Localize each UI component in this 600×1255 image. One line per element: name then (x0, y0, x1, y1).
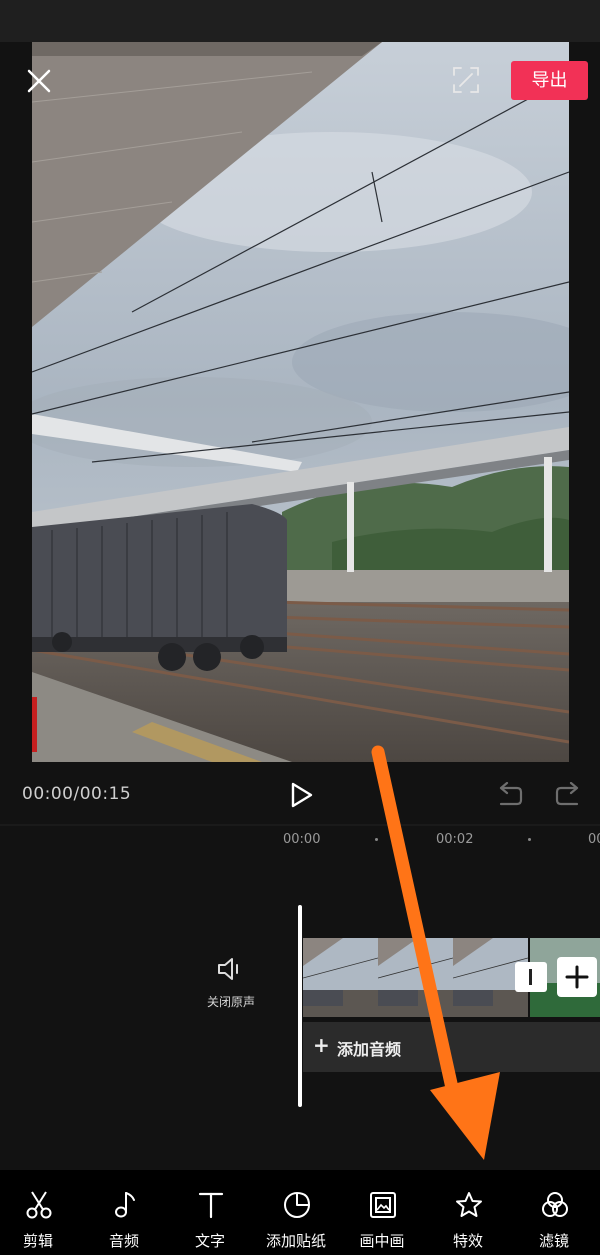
play-icon[interactable] (287, 780, 317, 810)
music-note-icon (115, 1192, 135, 1218)
video-frame (32, 42, 569, 762)
tool-effects[interactable]: 特效 (432, 1170, 504, 1255)
clip-thumbnail (378, 938, 453, 1017)
ruler-dot (528, 838, 531, 841)
close-icon[interactable] (22, 64, 56, 98)
add-audio-button[interactable]: + 添加音频 (303, 1022, 600, 1072)
ruler-label: 00:02 (436, 832, 474, 847)
filter-icon (542, 1192, 568, 1217)
tool-cut[interactable]: 剪辑 (2, 1170, 74, 1255)
ruler-label: 00:00 (283, 832, 321, 847)
plus-icon: + (313, 1033, 330, 1057)
text-icon (198, 1192, 224, 1219)
tool-filter-label: 滤镜 (538, 1232, 569, 1250)
tool-cut-label: 剪辑 (22, 1232, 53, 1250)
transition-button[interactable] (515, 962, 547, 992)
tool-text-label: 文字 (194, 1232, 225, 1250)
tool-audio-label: 音频 (108, 1232, 139, 1250)
tool-sticker-label: 添加贴纸 (265, 1232, 326, 1250)
speaker-icon (218, 958, 238, 980)
add-audio-label: 添加音频 (337, 1040, 402, 1059)
picture-in-picture-icon (370, 1192, 396, 1218)
timecode: 00:00/00:15 (22, 784, 132, 804)
tool-filter[interactable]: 滤镜 (518, 1170, 590, 1255)
clip-thumbnail (303, 938, 378, 1017)
ruler-dot (375, 838, 378, 841)
ruler-label: 00 (588, 832, 600, 847)
scissors-icon (26, 1191, 52, 1219)
undo-icon[interactable] (495, 782, 523, 808)
tool-audio[interactable]: 音频 (88, 1170, 160, 1255)
status-bar (0, 0, 600, 42)
divider (0, 824, 600, 826)
add-clip-icon[interactable] (557, 957, 597, 997)
mute-original-audio-label: 关闭原声 (206, 995, 255, 1009)
star-effects-icon (456, 1192, 482, 1217)
fullscreen-icon[interactable] (450, 64, 482, 96)
bottom-toolbar: 剪辑 音频 文字 添加贴纸 画中画 特效 滤镜 (0, 1170, 600, 1255)
redo-icon[interactable] (555, 782, 583, 808)
tool-picture-in-picture-label: 画中画 (359, 1232, 405, 1250)
tool-picture-in-picture[interactable]: 画中画 (346, 1170, 418, 1255)
video-preview[interactable] (32, 42, 569, 762)
tool-text[interactable]: 文字 (174, 1170, 246, 1255)
sticker-icon (284, 1192, 310, 1218)
export-button[interactable]: 导出 (511, 61, 588, 100)
tool-effects-label: 特效 (452, 1232, 483, 1250)
video-clip-track[interactable] (303, 938, 528, 1017)
mute-original-audio-button[interactable]: 关闭原声 (196, 955, 266, 1015)
playhead[interactable] (298, 905, 302, 1107)
tool-sticker[interactable]: 添加贴纸 (260, 1170, 332, 1255)
